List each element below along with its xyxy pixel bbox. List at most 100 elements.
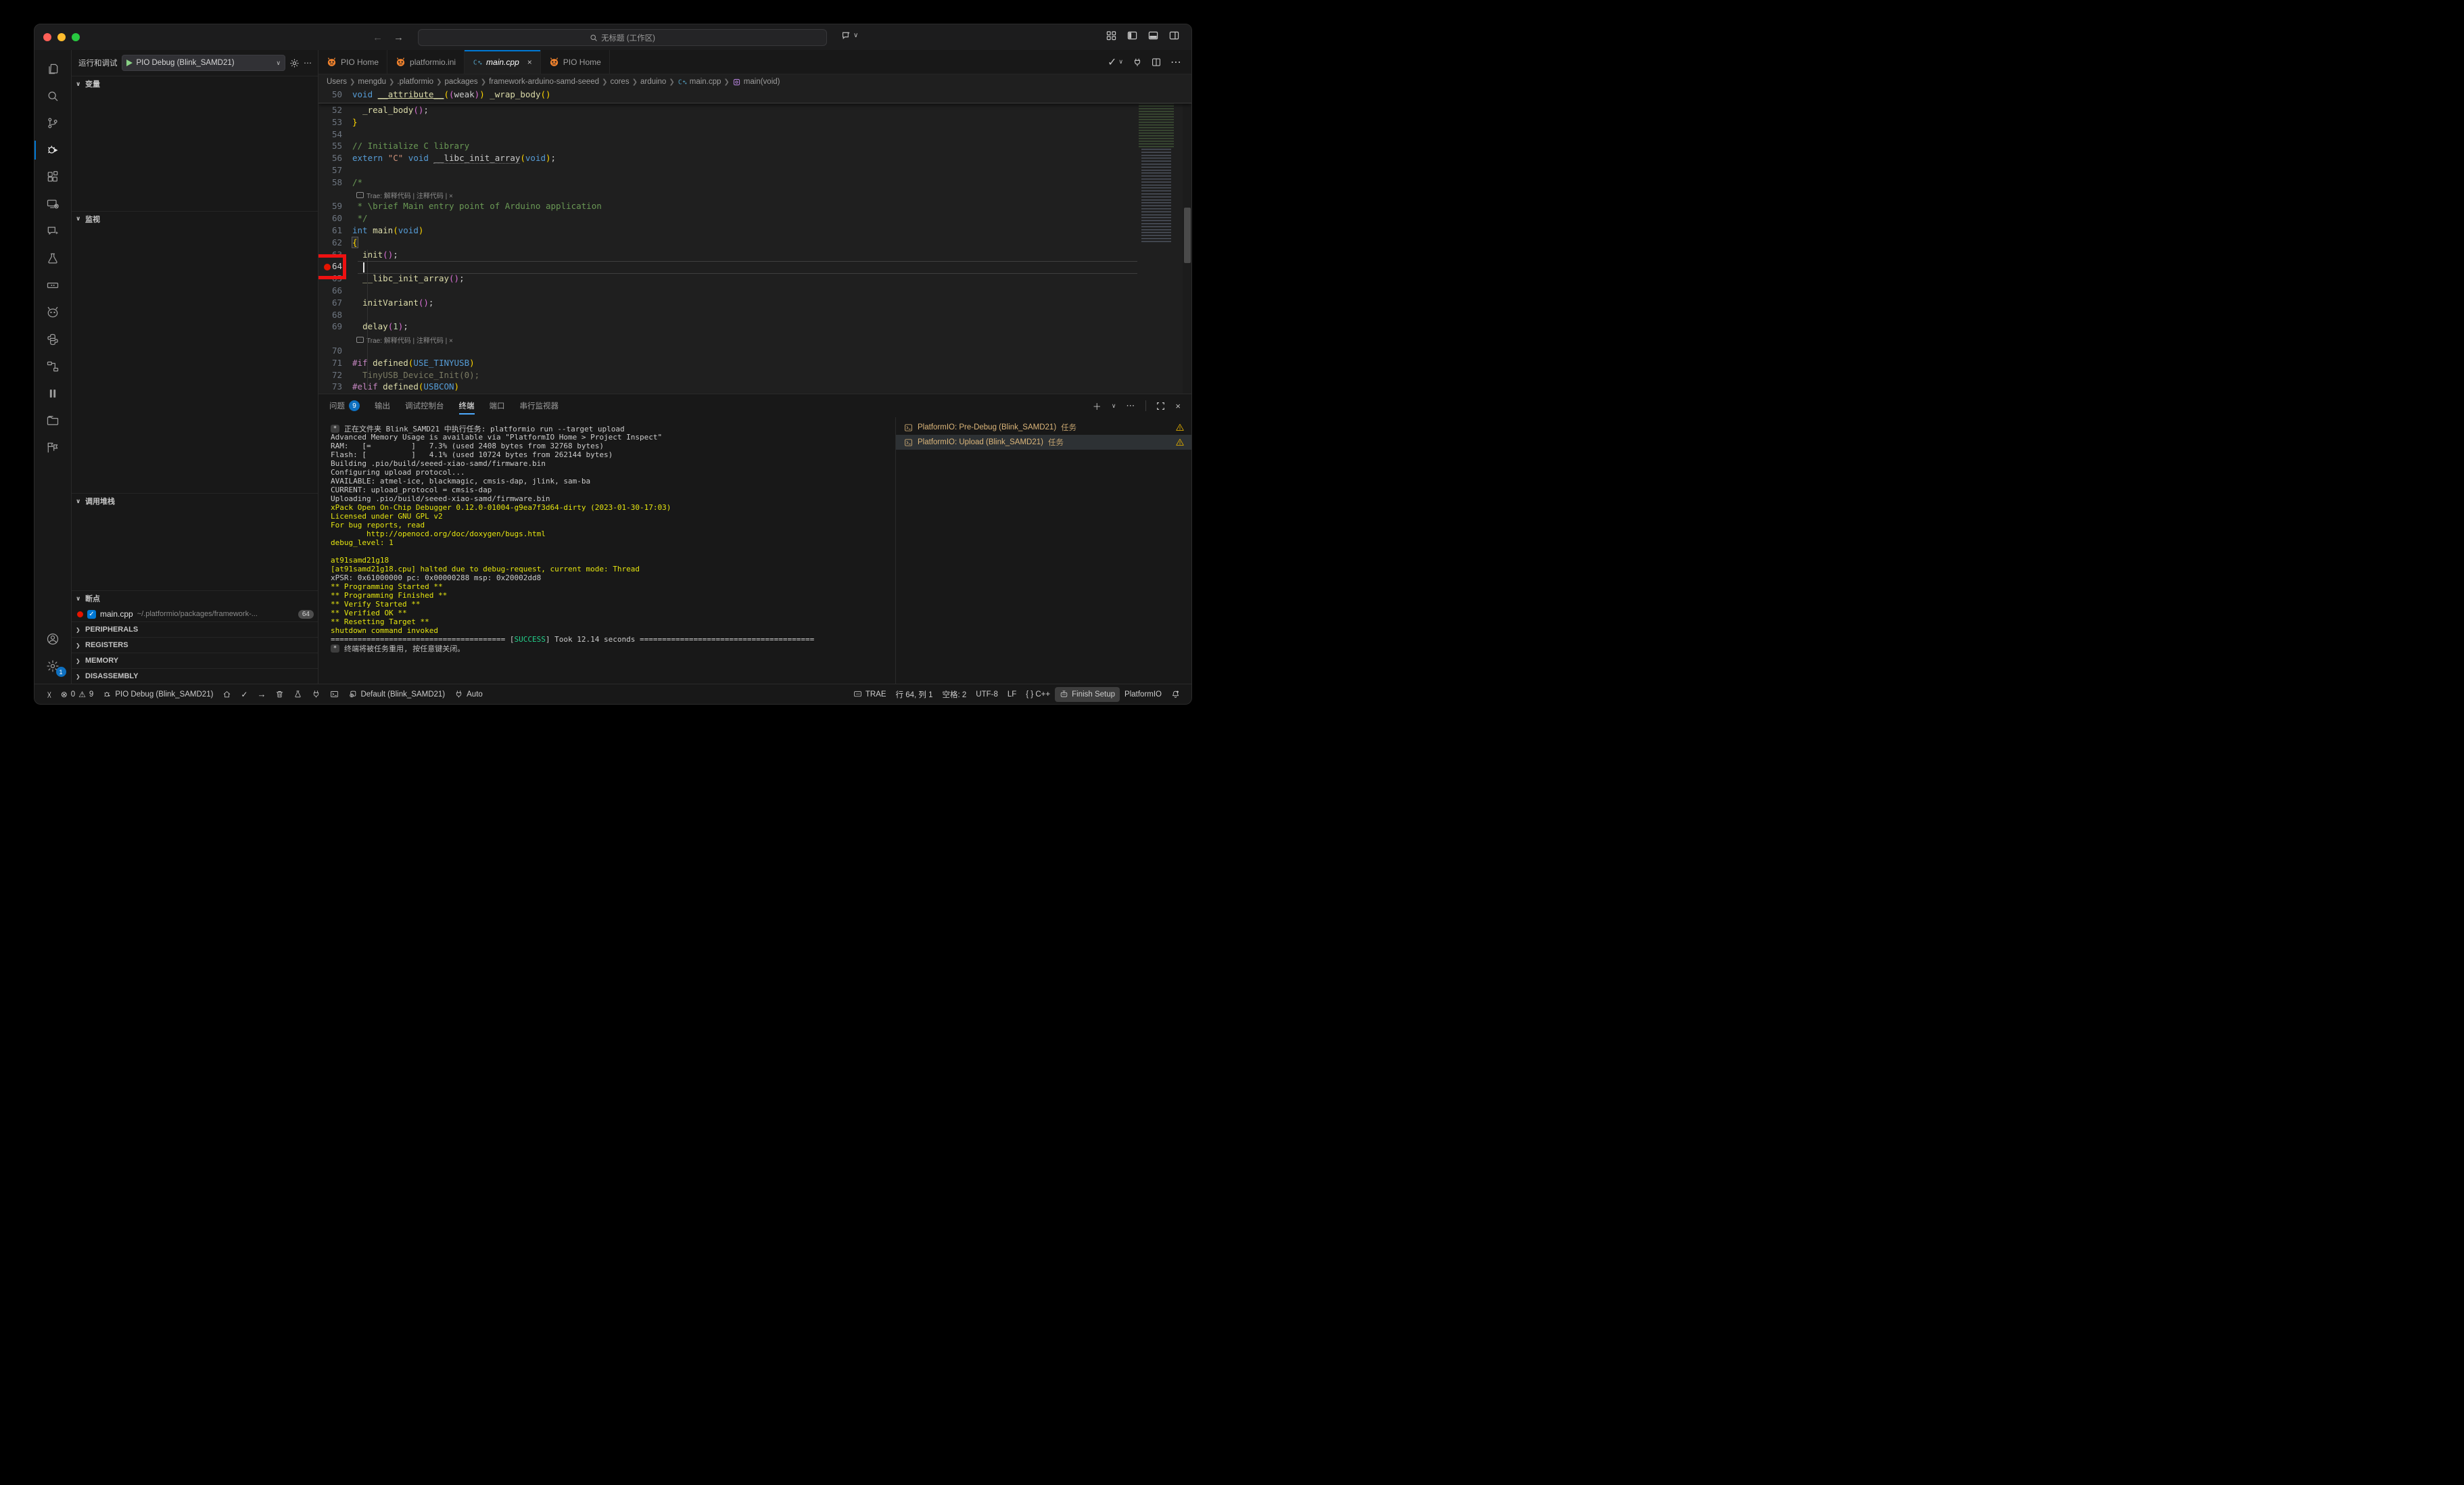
- activity-item-source-control[interactable]: [34, 110, 72, 137]
- maximize-window-button[interactable]: [72, 33, 80, 41]
- section-header[interactable]: ∨断点: [72, 591, 318, 606]
- code-line-71[interactable]: 71#if defined(USE_TINYUSB): [318, 358, 1191, 370]
- line-number[interactable]: 53: [318, 117, 352, 129]
- line-number[interactable]: 73: [318, 381, 352, 394]
- code-line-58[interactable]: 58/*: [318, 177, 1191, 189]
- line-number[interactable]: 61: [318, 225, 352, 237]
- code-line-72[interactable]: 72 TinyUSB_Device_Init(0);: [318, 370, 1191, 382]
- new-terminal-icon[interactable]: ＋: [1093, 400, 1101, 412]
- activity-item-output-view[interactable]: [34, 272, 72, 299]
- code-line-60[interactable]: 60 */: [318, 213, 1191, 225]
- section-header[interactable]: ❯DISASSEMBLY: [72, 669, 318, 684]
- start-debug-icon[interactable]: [126, 60, 133, 66]
- code-editor[interactable]: 50void __attribute__((weak)) _wrap_body(…: [318, 89, 1191, 394]
- activity-item-run-debug[interactable]: [34, 137, 72, 164]
- status-item-pio-clean[interactable]: [270, 687, 289, 702]
- terminal-output[interactable]: *正在文件夹 Blink_SAMD21 中执行任务: platformio ru…: [318, 417, 895, 684]
- code-line-63[interactable]: 63 init();: [318, 250, 1191, 262]
- split-editor-icon[interactable]: [1152, 57, 1161, 67]
- section-header[interactable]: ∨变量: [72, 76, 318, 91]
- scrollbar-thumb[interactable]: [1184, 208, 1191, 263]
- code-line-65[interactable]: 65 __libc_init_array();: [318, 273, 1191, 285]
- terminal-task-item[interactable]: PlatformIO: Pre-Debug (Blink_SAMD21) 任务: [896, 420, 1191, 435]
- customize-layout-icon[interactable]: [1106, 30, 1116, 41]
- status-item-finish-setup[interactable]: Finish Setup: [1055, 687, 1120, 702]
- panel-tab-终端[interactable]: 终端: [459, 394, 475, 417]
- activity-item-flow[interactable]: [34, 353, 72, 380]
- status-item-notifications[interactable]: [1166, 687, 1185, 702]
- breadcrumb-item[interactable]: Users: [327, 78, 347, 86]
- code-line-57[interactable]: 57: [318, 165, 1191, 177]
- line-number[interactable]: 62: [318, 237, 352, 250]
- status-item-encoding[interactable]: UTF-8: [971, 687, 1003, 702]
- maximize-panel-icon[interactable]: [1156, 402, 1165, 410]
- activity-item-python[interactable]: [34, 326, 72, 353]
- panel-tab-问题[interactable]: 问题9: [329, 394, 360, 417]
- status-item-pio-serial[interactable]: [307, 687, 325, 702]
- activity-item-settings[interactable]: 1: [34, 653, 72, 680]
- activity-item-platformio[interactable]: [34, 299, 72, 326]
- code-line-66[interactable]: 66: [318, 285, 1191, 298]
- line-number[interactable]: 59: [318, 201, 352, 213]
- breakpoint-list-item[interactable]: ✓ main.cpp ~/.platformio/packages/framew…: [72, 606, 318, 621]
- code-line-62[interactable]: 62{: [318, 237, 1191, 250]
- activity-item-explorer[interactable]: [34, 55, 72, 82]
- line-number[interactable]: 67: [318, 298, 352, 310]
- line-number[interactable]: 72: [318, 370, 352, 382]
- breadcrumb-item[interactable]: arduino: [640, 78, 666, 86]
- code-line-55[interactable]: 55// Initialize C library: [318, 141, 1191, 153]
- code-line-70[interactable]: 70: [318, 346, 1191, 358]
- line-number[interactable]: 69: [318, 321, 352, 333]
- breadcrumb-item[interactable]: main(void): [732, 78, 780, 87]
- editor-tab-platformio-ini[interactable]: platformio.ini: [387, 50, 465, 74]
- breadcrumb-item[interactable]: framework-arduino-samd-seeed: [489, 78, 599, 86]
- breadcrumb-item[interactable]: cores: [610, 78, 629, 86]
- section-header[interactable]: ❯REGISTERS: [72, 638, 318, 653]
- chevron-down-icon[interactable]: ∨: [1112, 402, 1116, 410]
- breadcrumb-item[interactable]: .platformio: [397, 78, 433, 86]
- panel-tab-输出[interactable]: 输出: [375, 394, 390, 417]
- more-actions-icon[interactable]: ⋯: [304, 58, 312, 68]
- code-line-73[interactable]: 73#elif defined(USBCON): [318, 381, 1191, 394]
- status-item-debug-config[interactable]: PIO Debug (Blink_SAMD21): [98, 687, 218, 702]
- code-line-67[interactable]: 67 initVariant();: [318, 298, 1191, 310]
- code-line-54[interactable]: 54: [318, 129, 1191, 141]
- section-header[interactable]: ∨监视: [72, 212, 318, 227]
- panel-tab-调试控制台[interactable]: 调试控制台: [405, 394, 444, 417]
- nav-back-icon[interactable]: ←: [373, 32, 383, 43]
- status-item-trae[interactable]: TRAE: [849, 687, 891, 702]
- debug-config-dropdown[interactable]: PIO Debug (Blink_SAMD21) ∨: [122, 55, 286, 71]
- activity-item-test-flask[interactable]: [34, 245, 72, 272]
- close-icon[interactable]: ×: [527, 57, 532, 67]
- status-item-pio-port[interactable]: Auto: [450, 687, 488, 702]
- line-number[interactable]: 55: [318, 141, 352, 153]
- code-line-52[interactable]: 52 _real_body();: [318, 105, 1191, 117]
- status-item-pio-home[interactable]: [218, 687, 236, 702]
- status-item-pio-terminal[interactable]: [325, 687, 343, 702]
- code-line-53[interactable]: 53}: [318, 117, 1191, 129]
- gear-icon[interactable]: [289, 58, 300, 68]
- breadcrumb-item[interactable]: Cmain.cpp: [678, 77, 721, 87]
- toggle-sidebar-right-icon[interactable]: [1169, 30, 1179, 41]
- code-line-68[interactable]: 68: [318, 310, 1191, 322]
- workspace-search-box[interactable]: 无标题 (工作区): [418, 29, 827, 46]
- editor-scrollbar[interactable]: [1183, 89, 1191, 394]
- status-item-cursor-position[interactable]: 行 64, 列 1: [891, 687, 938, 702]
- status-item-language-mode[interactable]: { } C++: [1021, 687, 1055, 702]
- breakpoint-checkbox[interactable]: ✓: [87, 610, 96, 619]
- status-item-pio-env[interactable]: Default (Blink_SAMD21): [343, 687, 450, 702]
- close-panel-icon[interactable]: ×: [1175, 401, 1181, 411]
- more-actions-icon[interactable]: ⋯: [1126, 400, 1135, 411]
- close-window-button[interactable]: [43, 33, 51, 41]
- line-number[interactable]: 66: [318, 285, 352, 298]
- status-item-problems[interactable]: ⊗0⚠9: [56, 687, 99, 702]
- toggle-sidebar-left-icon[interactable]: [1127, 30, 1137, 41]
- activity-item-account[interactable]: [34, 626, 72, 653]
- code-line-61[interactable]: 61int main(void): [318, 225, 1191, 237]
- line-number[interactable]: 57: [318, 165, 352, 177]
- line-number[interactable]: 52: [318, 105, 352, 117]
- code-line-69[interactable]: 69 delay(1);: [318, 321, 1191, 333]
- section-header[interactable]: ∨调用堆栈: [72, 494, 318, 509]
- code-line-59[interactable]: 59 * \brief Main entry point of Arduino …: [318, 201, 1191, 213]
- breadcrumb-item[interactable]: mengdu: [358, 78, 386, 86]
